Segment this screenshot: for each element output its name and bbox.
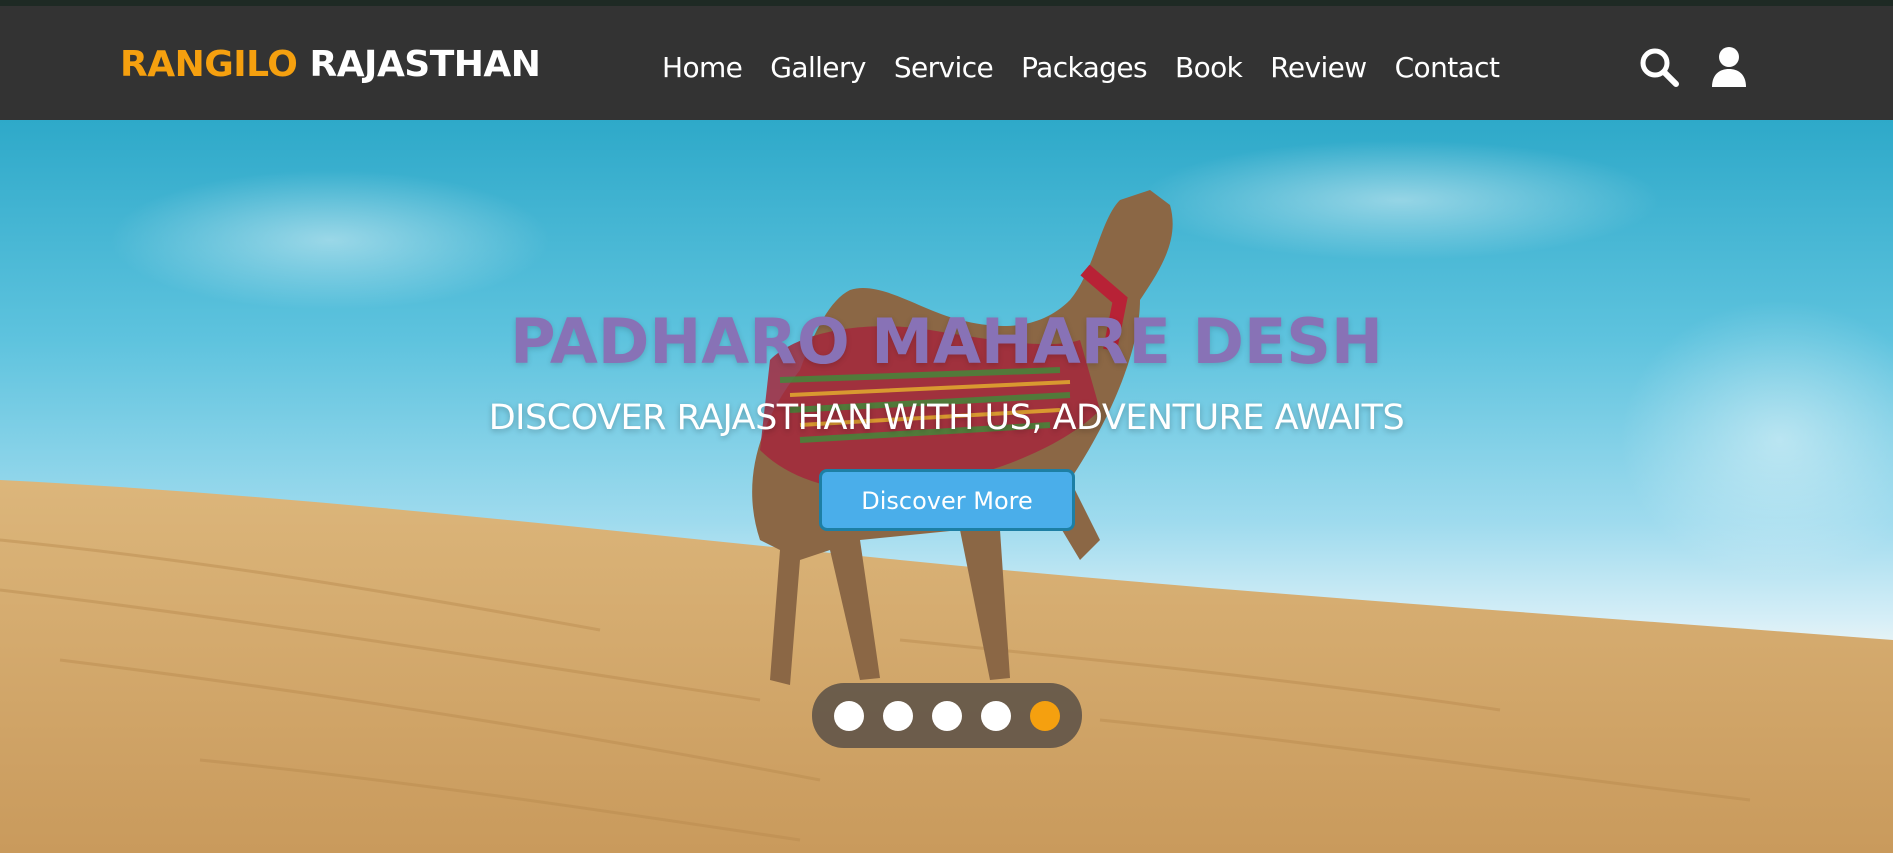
slide-dot-2[interactable] <box>883 700 913 731</box>
nav-review[interactable]: Review <box>1270 50 1367 86</box>
logo-main-word: RAJASTHAN <box>309 44 541 85</box>
slide-dot-3[interactable] <box>932 700 962 731</box>
search-icon[interactable] <box>1638 46 1680 88</box>
hero-title: PADHARO MAHARE DESH <box>510 305 1383 378</box>
slide-dot-5[interactable] <box>1030 700 1060 731</box>
nav-icons <box>1638 46 1750 88</box>
nav-book[interactable]: Book <box>1175 50 1243 86</box>
main-nav: Home Gallery Service Packages Book Revie… <box>662 50 1527 86</box>
hero-banner: PADHARO MAHARE DESH DISCOVER RAJASTHAN W… <box>0 120 1893 853</box>
logo-accent-word: RANGILO <box>120 44 298 85</box>
nav-service[interactable]: Service <box>894 50 994 86</box>
slide-dot-1[interactable] <box>834 700 864 731</box>
nav-contact[interactable]: Contact <box>1395 50 1500 86</box>
site-logo[interactable]: RANGILO RAJASTHAN <box>120 44 541 85</box>
user-icon[interactable] <box>1708 46 1750 88</box>
nav-packages[interactable]: Packages <box>1021 50 1147 86</box>
slide-dot-4[interactable] <box>981 700 1011 731</box>
nav-gallery[interactable]: Gallery <box>770 50 866 86</box>
nav-home[interactable]: Home <box>662 50 743 86</box>
discover-more-button[interactable]: Discover More <box>819 469 1075 531</box>
slider-dots <box>812 683 1082 748</box>
navbar: RANGILO RAJASTHAN Home Gallery Service P… <box>0 6 1893 120</box>
hero-subtitle: DISCOVER RAJASTHAN WITH US, ADVENTURE AW… <box>488 398 1405 438</box>
